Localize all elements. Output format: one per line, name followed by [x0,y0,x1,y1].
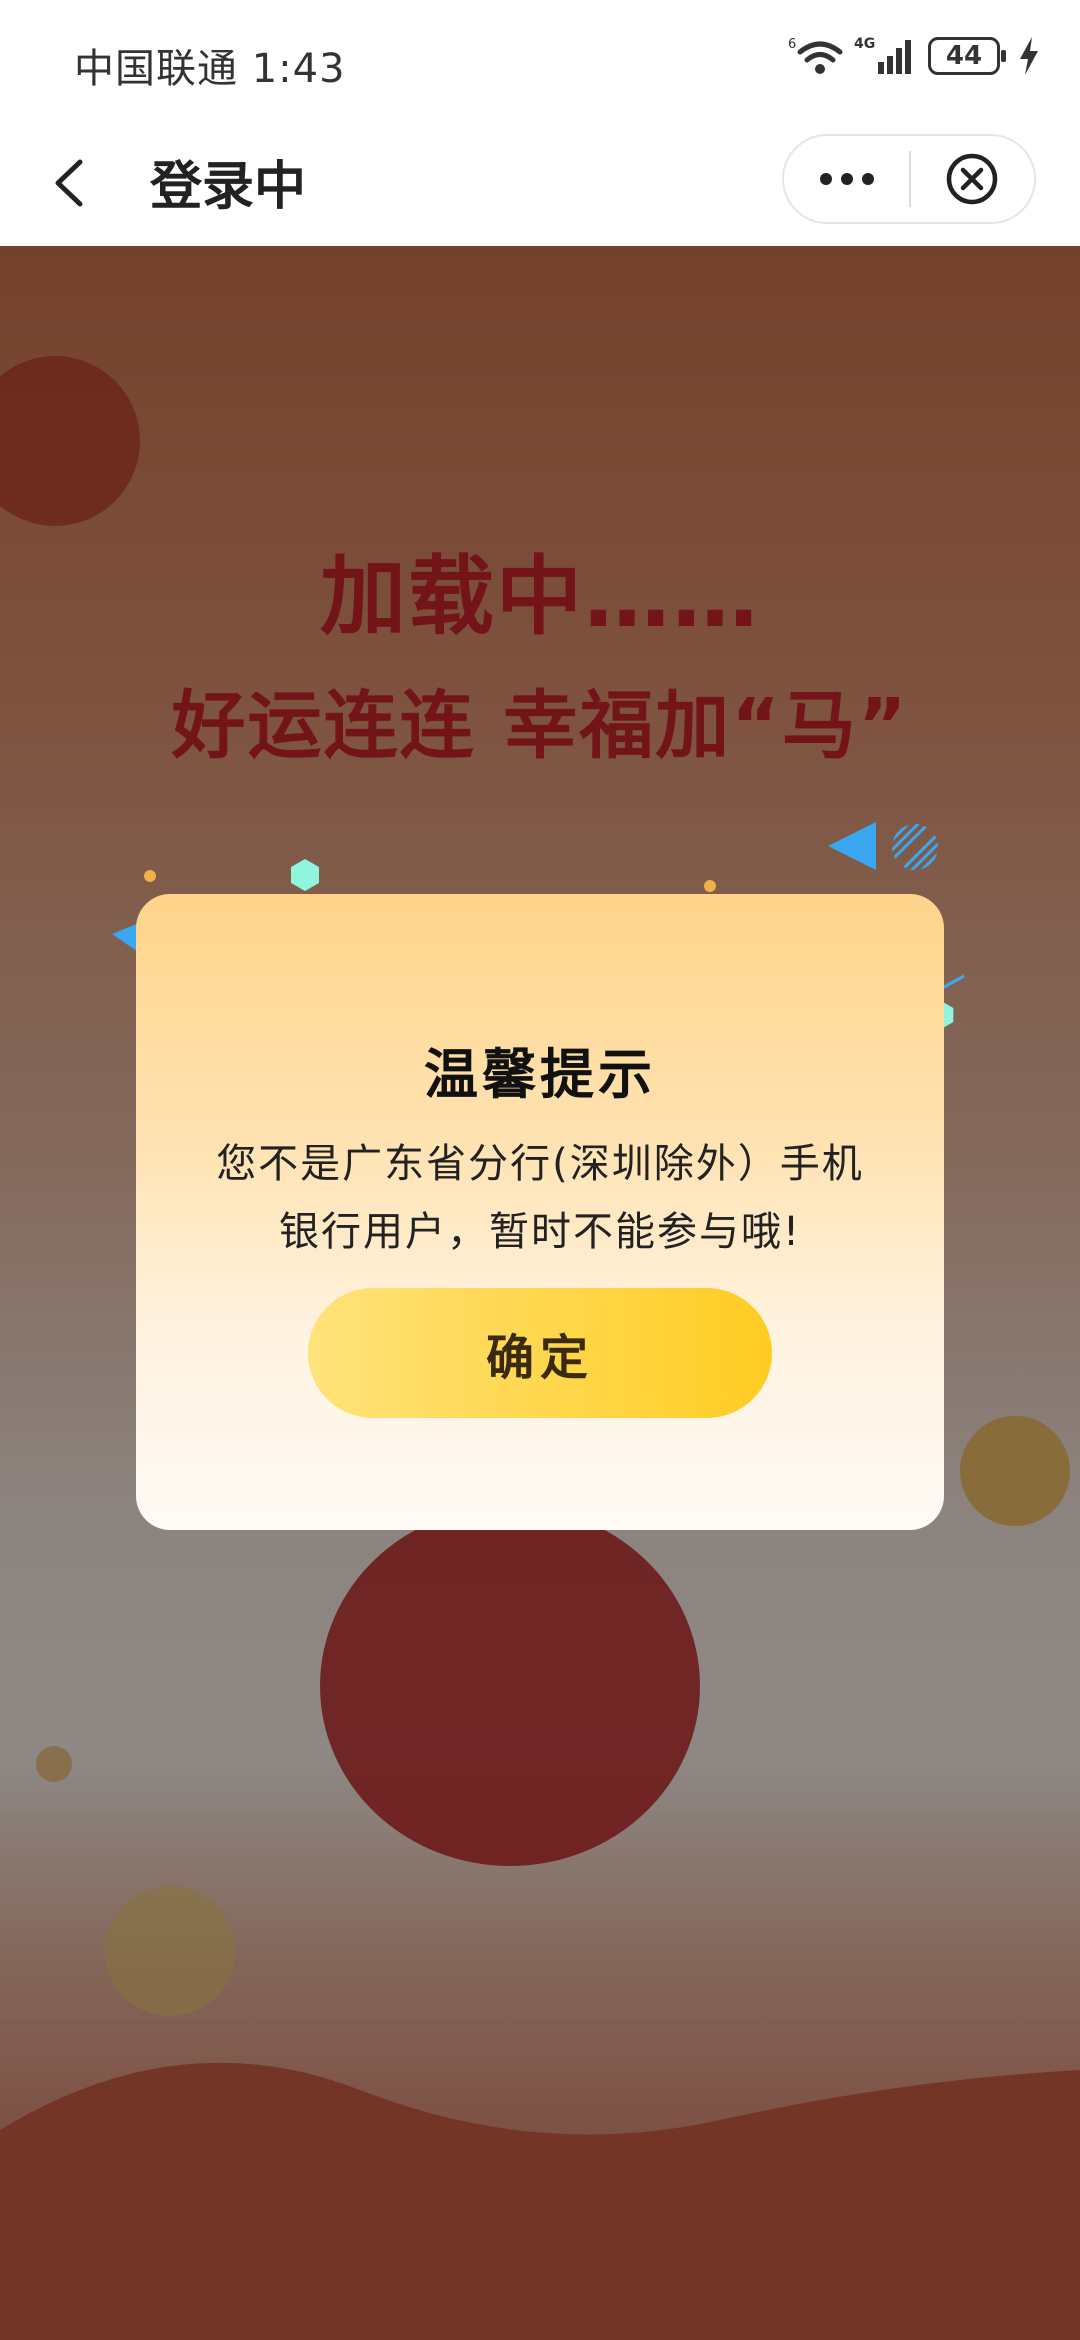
dot-decor [704,880,716,892]
dialog-message-line: 银行用户，暂时不能参与哦! [278,1209,802,1255]
confirm-button[interactable]: 确定 [308,1288,772,1418]
back-arrow-icon[interactable] [36,148,106,218]
carrier-time: 中国联通 1:43 [74,46,346,92]
charging-icon [1020,37,1038,75]
nav-bar: 登录中 [0,120,1080,246]
status-icons: 6 4G 44 [788,34,1040,78]
dot-decor [144,870,156,882]
miniapp-capsule [782,134,1036,224]
dialog-title: 温馨提示 [424,1043,656,1106]
svg-text:4G: 4G [854,36,875,52]
more-button[interactable] [784,136,909,222]
dialog-message: 您不是广东省分行(深圳除外）手机 银行用户，暂时不能参与哦! [176,1130,904,1266]
notice-dialog: 温馨提示 您不是广东省分行(深圳除外）手机 银行用户，暂时不能参与哦! 确定 [136,894,944,1530]
dialog-message-line: 您不是广东省分行(深圳除外）手机 [216,1141,864,1187]
hatch-circle-decor-icon [892,824,938,870]
svg-text:6: 6 [788,37,796,52]
more-dot-icon [819,173,832,185]
cellular-4g-icon: 4G [854,36,911,74]
wifi-icon: 6 [788,37,843,74]
status-bar: 中国联通 1:43 6 4G 44 [0,0,1080,120]
more-dot-icon [840,173,853,185]
triangle-decor-icon [828,822,876,870]
more-dot-icon [861,173,874,185]
battery-indicator: 44 [928,37,1006,75]
page-title: 登录中 [150,157,307,217]
hexagon-decor-icon [291,859,319,891]
close-circle-icon [947,153,998,205]
close-button[interactable] [911,136,1034,222]
